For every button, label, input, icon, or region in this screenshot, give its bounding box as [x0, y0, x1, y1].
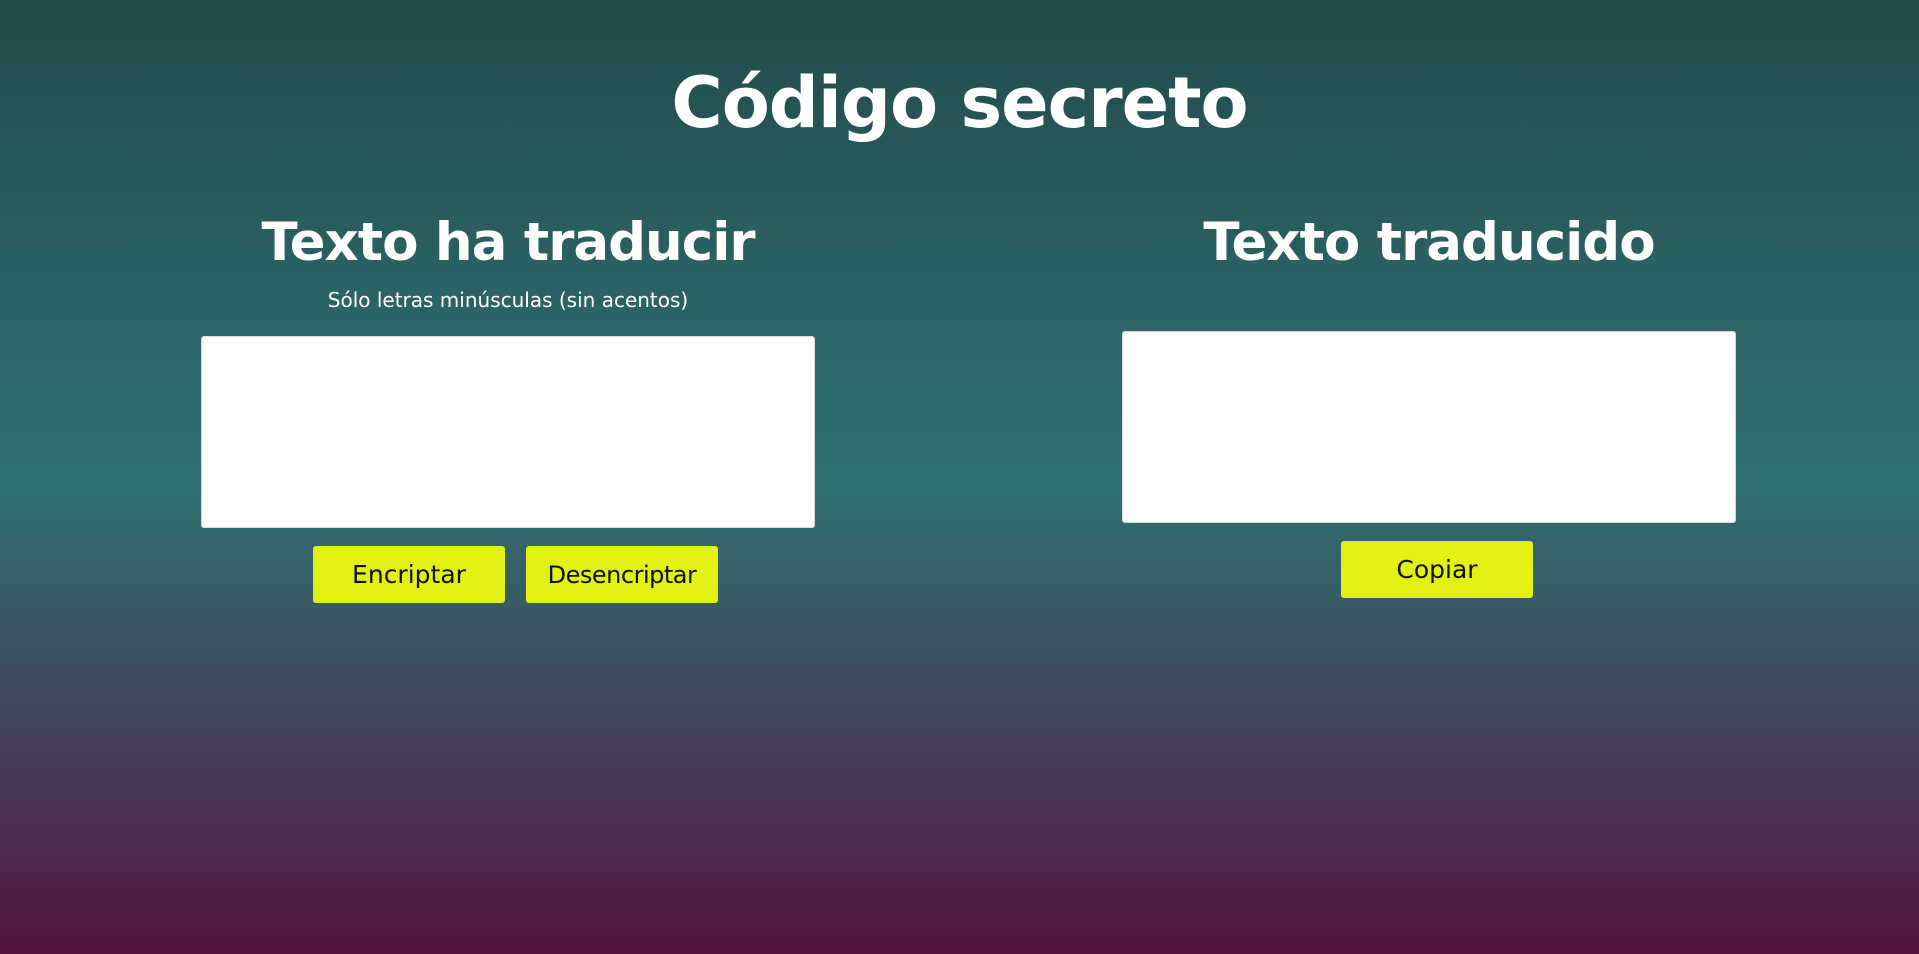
output-textarea[interactable] [1122, 331, 1736, 523]
output-panel-heading: Texto traducido [1203, 212, 1655, 273]
encrypt-button[interactable]: Encriptar [313, 546, 505, 603]
decrypt-button[interactable]: Desencriptar [526, 546, 718, 603]
input-hint: Sólo letras minúsculas (sin acentos) [327, 288, 689, 312]
page-title: Código secreto [671, 62, 1248, 144]
input-textarea[interactable] [201, 336, 815, 528]
copy-button[interactable]: Copiar [1341, 541, 1533, 598]
input-panel-heading: Texto ha traducir [261, 212, 755, 273]
